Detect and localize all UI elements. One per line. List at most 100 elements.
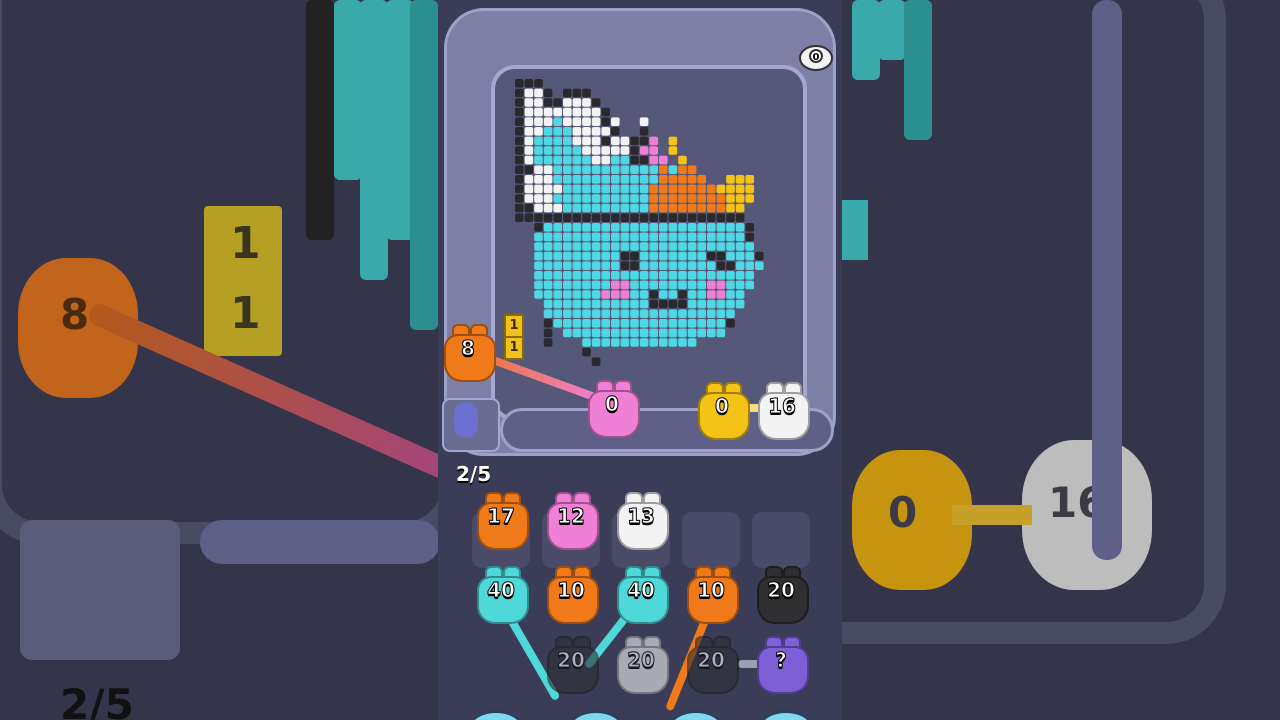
puzzle-piece-icon[interactable]: 0 xyxy=(798,40,834,72)
pixel-block xyxy=(582,146,591,155)
pixel-block xyxy=(716,309,726,318)
pixel-block xyxy=(716,280,726,290)
pixel-block xyxy=(659,319,668,328)
pixel-block xyxy=(620,242,630,251)
pixel-block xyxy=(678,309,687,318)
pixel-block xyxy=(553,232,562,242)
pixel-block xyxy=(611,175,620,184)
pixel-block xyxy=(601,175,610,184)
pixel-block xyxy=(620,319,630,328)
pixel-block xyxy=(639,184,649,194)
queue-critter[interactable]: ? xyxy=(755,636,809,694)
pixel-block xyxy=(649,309,658,318)
pixel-block xyxy=(659,338,668,347)
pixel-block xyxy=(515,184,524,194)
pixel-block xyxy=(630,271,639,280)
holding-critter[interactable]: 13 xyxy=(615,492,669,550)
queue-critter[interactable]: 40 xyxy=(615,566,669,624)
pixel-block xyxy=(649,223,658,232)
pixel-block xyxy=(639,203,649,213)
pixel-block xyxy=(678,223,687,232)
holding-slot[interactable] xyxy=(682,512,740,568)
pixel-block xyxy=(687,299,697,309)
pixel-block xyxy=(572,319,582,328)
track-critter[interactable]: 16 xyxy=(756,382,810,440)
queue-critter[interactable]: 20 xyxy=(615,636,669,694)
background-right: 0 16 xyxy=(842,0,1280,720)
pixel-block xyxy=(620,309,630,318)
queue-critter[interactable]: 10 xyxy=(545,566,599,624)
pixel-block xyxy=(591,203,601,213)
pixel-block xyxy=(630,242,639,251)
pixel-block xyxy=(563,136,572,146)
pixel-block xyxy=(716,232,726,242)
pixel-block xyxy=(572,127,582,136)
pixel-block xyxy=(553,242,562,251)
pixel-block xyxy=(611,299,620,309)
pixel-block xyxy=(707,242,716,251)
pixel-block xyxy=(563,232,572,242)
pixel-block xyxy=(582,184,591,194)
game-screen: 0 1 1 8 0 0 16 2/5 17 12 13 40 10 40 10 20 20 20 20? xyxy=(438,0,842,720)
pixel-block xyxy=(697,232,706,242)
pixel-block xyxy=(582,319,591,328)
queue-critter[interactable]: 20 xyxy=(755,566,809,624)
pixel-block xyxy=(639,165,649,174)
pixel-block xyxy=(611,251,620,261)
pixel-block xyxy=(726,280,735,290)
critter-count: 13 xyxy=(627,504,656,529)
pixel-block xyxy=(601,251,610,261)
pixel-block xyxy=(697,242,706,251)
pixel-block xyxy=(534,232,543,242)
track-critter[interactable]: 0 xyxy=(696,382,750,440)
pixel-block xyxy=(611,328,620,338)
pixel-block xyxy=(678,261,687,270)
pixel-block xyxy=(553,136,562,146)
pixel-block xyxy=(659,261,668,270)
queue-critter[interactable]: 10 xyxy=(685,566,739,624)
critter-count: 20 xyxy=(767,578,796,603)
pixel-block xyxy=(735,213,745,222)
pixel-block xyxy=(553,203,562,213)
pixel-block xyxy=(726,261,735,270)
pixel-block xyxy=(611,232,620,242)
pixel-block xyxy=(534,88,543,98)
pixel-block xyxy=(543,338,553,347)
holding-critter[interactable]: 17 xyxy=(475,492,529,550)
pixel-block xyxy=(639,155,649,165)
pixel-block xyxy=(639,290,649,299)
track-critter[interactable]: 8 xyxy=(442,324,496,382)
queue-critter[interactable]: 40 xyxy=(475,566,529,624)
pixel-block xyxy=(582,203,591,213)
queue-critter[interactable]: 20 xyxy=(545,636,599,694)
pixel-block xyxy=(735,175,745,184)
pixel-block xyxy=(687,290,697,299)
holding-critter[interactable]: 12 xyxy=(545,492,599,550)
pixel-block xyxy=(726,213,735,222)
pixel-block xyxy=(524,203,534,213)
pixel-block xyxy=(611,136,620,146)
pixel-block xyxy=(687,194,697,203)
pixel-block xyxy=(697,223,706,232)
critter-count: 0 xyxy=(715,394,730,419)
pixel-block xyxy=(515,194,524,203)
pixel-block xyxy=(563,309,572,318)
pixel-block xyxy=(668,194,678,203)
pixel-block xyxy=(582,338,591,347)
pixel-block xyxy=(687,328,697,338)
pixel-block xyxy=(611,117,620,126)
pixel-block xyxy=(572,242,582,251)
track-critter[interactable]: 0 xyxy=(586,380,640,438)
pixel-block xyxy=(543,184,553,194)
pixel-block xyxy=(726,290,735,299)
pixel-block xyxy=(659,184,668,194)
pixel-block xyxy=(697,328,706,338)
holding-slot[interactable] xyxy=(752,512,810,568)
pixel-block xyxy=(668,165,678,174)
pixel-block xyxy=(649,328,658,338)
pixel-block xyxy=(611,290,620,299)
pixel-block xyxy=(707,328,716,338)
pixel-block xyxy=(678,328,687,338)
pixel-block xyxy=(611,165,620,174)
queue-critter[interactable]: 20 xyxy=(685,636,739,694)
